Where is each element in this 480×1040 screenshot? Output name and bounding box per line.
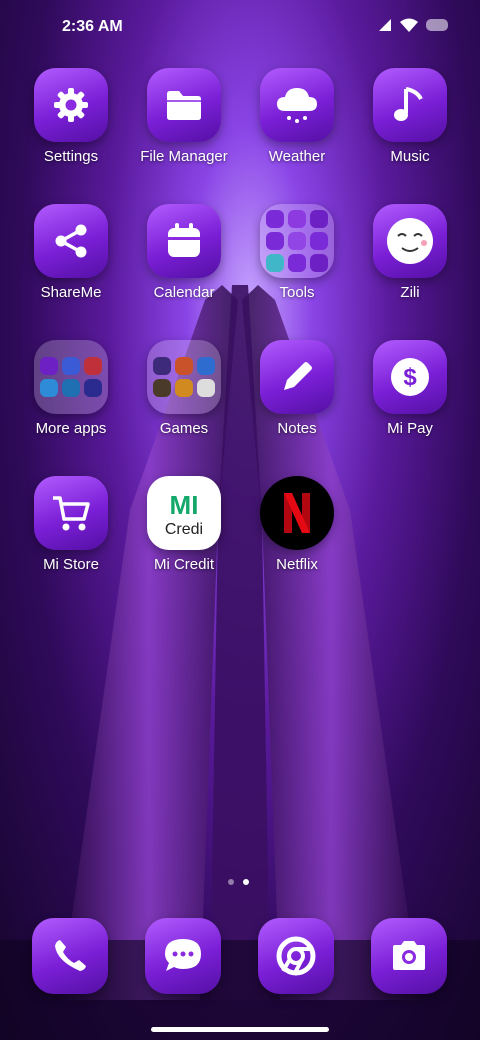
app-notes[interactable]: Notes (247, 340, 347, 437)
signal-icon (379, 19, 391, 31)
camera-icon (371, 918, 447, 994)
app-label: Notes (277, 420, 317, 437)
app-label: Mi Store (43, 556, 99, 573)
gesture-navigation-bar[interactable] (151, 1027, 329, 1032)
message-icon (145, 918, 221, 994)
app-music[interactable]: Music (360, 68, 460, 165)
svg-text:$: $ (403, 364, 417, 391)
folder-icon (147, 68, 221, 142)
folder-icon (34, 340, 108, 414)
battery-icon (426, 19, 448, 31)
app-zili[interactable]: Zili (360, 204, 460, 301)
mi-credit-logo-icon: MI Credi (147, 476, 221, 550)
folder-more-apps[interactable]: More apps (21, 340, 121, 437)
cart-icon (34, 476, 108, 550)
app-mi-credit[interactable]: MI Credi Mi Credit (134, 476, 234, 573)
smiley-face-icon (373, 204, 447, 278)
app-netflix[interactable]: Netflix (247, 476, 347, 573)
cloud-rain-icon (260, 68, 334, 142)
app-weather[interactable]: Weather (247, 68, 347, 165)
dollar-icon: $ (373, 340, 447, 414)
wifi-icon (400, 18, 418, 32)
app-label: Mi Credit (153, 556, 214, 573)
app-label: Zili (400, 284, 420, 301)
status-bar: 2:36 AM (0, 0, 480, 56)
folder-icon (147, 340, 221, 414)
folder-tools[interactable]: Tools (247, 204, 347, 301)
app-mi-pay[interactable]: $ Mi Pay (360, 340, 460, 437)
app-label: File Manager (140, 148, 228, 165)
app-label: Netflix (276, 556, 318, 573)
app-label: Music (390, 148, 430, 165)
app-settings[interactable]: Settings (21, 68, 121, 165)
folder-games[interactable]: Games (134, 340, 234, 437)
app-label: Settings (43, 148, 99, 165)
pencil-icon (260, 340, 334, 414)
gear-icon (34, 68, 108, 142)
app-calendar[interactable]: Calendar (134, 204, 234, 301)
page-dot-active (243, 879, 249, 885)
app-label: ShareMe (40, 284, 102, 301)
app-label: Games (159, 420, 209, 437)
share-icon (34, 204, 108, 278)
app-label: Calendar (153, 284, 215, 301)
app-label: Tools (279, 284, 315, 301)
page-indicator (228, 879, 249, 885)
netflix-logo-icon (260, 476, 334, 550)
dock-camera[interactable] (359, 918, 459, 994)
folder-icon (260, 204, 334, 278)
dock-messages[interactable] (133, 918, 233, 994)
app-shareme[interactable]: ShareMe (21, 204, 121, 301)
calendar-icon (147, 204, 221, 278)
page-dot (228, 879, 234, 885)
app-label: More apps (35, 420, 107, 437)
app-label: Weather (268, 148, 326, 165)
phone-icon (32, 918, 108, 994)
svg-text:Credi: Credi (165, 521, 203, 538)
dock-browser[interactable] (246, 918, 346, 994)
app-file-manager[interactable]: File Manager (134, 68, 234, 165)
app-label: Mi Pay (387, 420, 433, 437)
status-time: 2:36 AM (62, 18, 123, 35)
svg-text:MI: MI (170, 490, 199, 520)
music-note-icon (373, 68, 447, 142)
app-mi-store[interactable]: Mi Store (21, 476, 121, 573)
chrome-icon (258, 918, 334, 994)
dock-phone[interactable] (20, 918, 120, 994)
